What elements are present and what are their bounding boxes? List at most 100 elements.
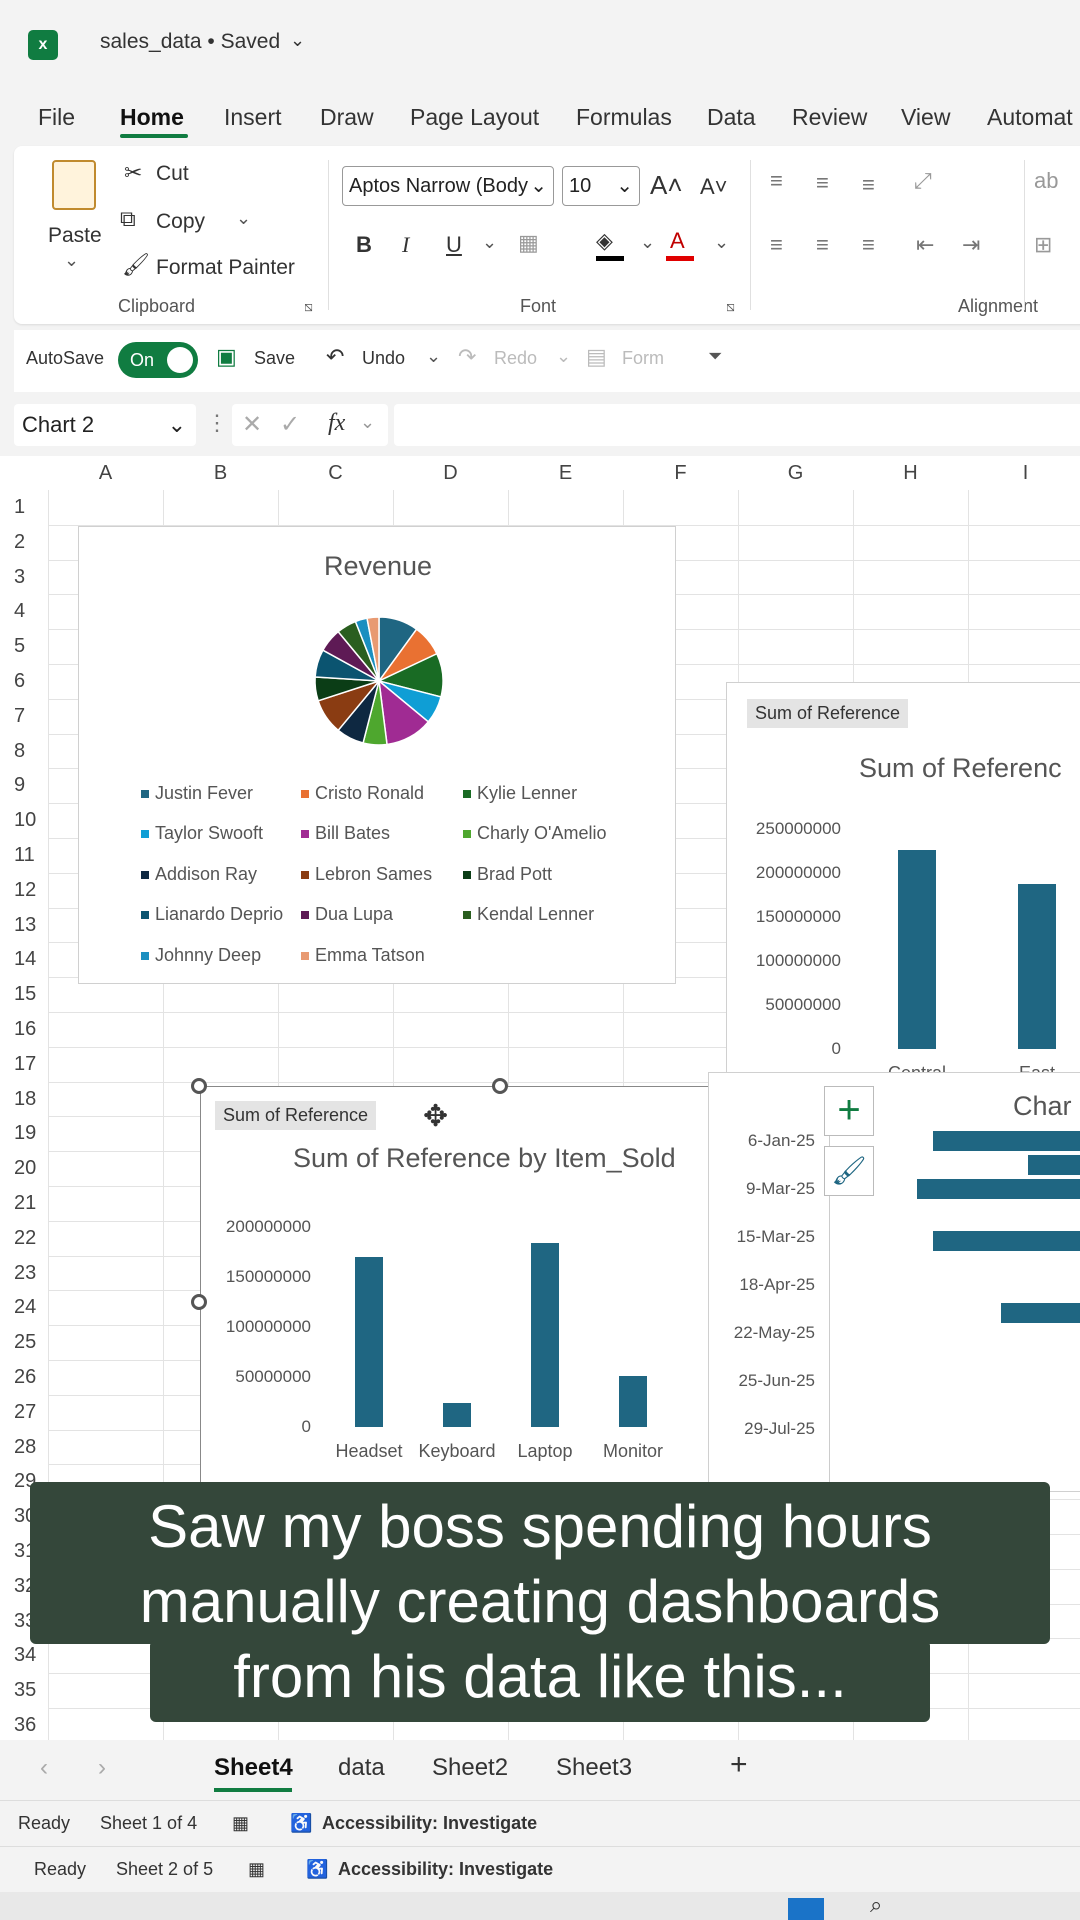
column-header[interactable]: C (278, 456, 393, 490)
chevron-down-icon[interactable]: ⌄ (482, 232, 497, 253)
name-box[interactable]: Chart 2 ⌄ (14, 404, 196, 446)
legend-item[interactable]: Lianardo Deprio (141, 904, 283, 925)
row-header[interactable]: 10 (0, 809, 48, 832)
column-header[interactable]: A (48, 456, 163, 490)
tab-page-layout[interactable]: Page Layout (410, 104, 539, 131)
bar[interactable] (932, 1131, 1080, 1151)
tab-data[interactable]: Data (707, 104, 756, 131)
more-options-icon[interactable]: ⋮ (206, 410, 228, 436)
bar[interactable] (1027, 1155, 1080, 1175)
row-header[interactable]: 16 (0, 1018, 48, 1041)
row-header[interactable]: 28 (0, 1436, 48, 1459)
window-title[interactable]: sales_data • Saved (100, 30, 280, 54)
customize-qat-icon[interactable]: ⏷ (708, 346, 722, 367)
paste-button[interactable]: Paste (48, 224, 102, 248)
dialog-launcher-icon[interactable]: ⧅ (304, 298, 313, 315)
tab-view[interactable]: View (901, 104, 950, 131)
macro-icon[interactable]: ▦ (248, 1859, 265, 1880)
merge-icon[interactable]: ⊞ (1034, 232, 1052, 258)
legend-item[interactable]: Charly O'Amelio (463, 823, 606, 844)
tab-home[interactable]: Home (120, 104, 184, 131)
row-header[interactable]: 3 (0, 566, 48, 589)
column-header[interactable]: F (623, 456, 738, 490)
scroll-right-icon[interactable]: › (98, 1754, 106, 1782)
bar[interactable] (1018, 883, 1056, 1049)
bar[interactable] (898, 850, 936, 1049)
column-header[interactable]: D (393, 456, 508, 490)
align-right-icon[interactable]: ≡ (862, 232, 875, 258)
dialog-launcher-icon[interactable]: ⧅ (726, 298, 735, 315)
tab-draw[interactable]: Draw (320, 104, 374, 131)
sheet-tab-sheet2[interactable]: Sheet2 (432, 1754, 508, 1782)
wrap-text-icon[interactable]: ab (1034, 168, 1058, 194)
font-size-select[interactable]: 10 ⌄ (562, 166, 640, 206)
column-header[interactable]: E (508, 456, 623, 490)
add-sheet-icon[interactable]: + (730, 1748, 748, 1782)
chevron-down-icon[interactable]: ⌄ (426, 346, 441, 367)
align-bottom-icon[interactable]: ≡ (862, 172, 875, 198)
row-header[interactable]: 8 (0, 740, 48, 763)
enter-icon[interactable]: ✓ (280, 410, 300, 439)
tab-formulas[interactable]: Formulas (576, 104, 672, 131)
column-header[interactable]: I (968, 456, 1080, 490)
tab-automate[interactable]: Automat (987, 104, 1073, 131)
macro-icon[interactable]: ▦ (232, 1813, 249, 1834)
chevron-down-icon[interactable]: ⌄ (360, 412, 375, 433)
legend-item[interactable]: Dua Lupa (301, 904, 393, 925)
row-header[interactable]: 6 (0, 670, 48, 693)
row-header[interactable]: 2 (0, 531, 48, 554)
row-header[interactable]: 14 (0, 948, 48, 971)
legend-item[interactable]: Justin Fever (141, 783, 253, 804)
cancel-icon[interactable]: ✕ (242, 410, 262, 439)
tab-review[interactable]: Review (792, 104, 867, 131)
legend-item[interactable]: Kendal Lenner (463, 904, 594, 925)
bar[interactable] (355, 1257, 383, 1427)
tab-file[interactable]: File (38, 104, 75, 131)
font-name-select[interactable]: Aptos Narrow (Body ⌄ (342, 166, 554, 206)
bar[interactable] (1001, 1303, 1080, 1323)
italic-icon[interactable]: I (402, 232, 409, 258)
field-button[interactable]: Sum of Reference (215, 1101, 377, 1130)
decrease-font-icon[interactable]: A˅ (700, 174, 728, 200)
legend-item[interactable]: Kylie Lenner (463, 783, 577, 804)
borders-icon[interactable]: ▦ (518, 230, 539, 256)
redo-button[interactable]: Redo (494, 348, 537, 369)
windows-start-icon[interactable] (788, 1898, 824, 1920)
sheet-tab-sheet4[interactable]: Sheet4 (214, 1754, 293, 1782)
field-button[interactable]: Sum of Reference (747, 699, 909, 728)
row-header[interactable]: 18 (0, 1088, 48, 1111)
font-color-icon[interactable]: A (670, 228, 685, 254)
align-top-icon[interactable]: ≡ (770, 168, 783, 194)
row-header[interactable]: 25 (0, 1331, 48, 1354)
chevron-down-icon[interactable]: ⌄ (236, 208, 251, 229)
underline-icon[interactable]: U (446, 232, 462, 258)
align-left-icon[interactable]: ≡ (770, 232, 783, 258)
increase-indent-icon[interactable]: ⇥ (962, 232, 980, 258)
bold-icon[interactable]: B (356, 232, 372, 258)
align-middle-icon[interactable]: ≡ (816, 170, 829, 196)
legend-item[interactable]: Emma Tatson (301, 945, 425, 966)
date-bar-chart[interactable]: Char 6-Jan-25 9-Mar-25 15-Mar-25 18-Apr-25 2… (708, 1072, 1080, 1493)
accessibility-status[interactable]: Accessibility: Investigate (338, 1859, 553, 1880)
row-header[interactable]: 21 (0, 1192, 48, 1215)
scroll-left-icon[interactable]: ‹ (40, 1754, 48, 1782)
resize-handle[interactable] (191, 1294, 207, 1310)
chevron-down-icon[interactable]: ⌄ (640, 232, 655, 253)
chart-elements-button[interactable]: + (824, 1086, 874, 1136)
legend-item[interactable]: Lebron Sames (301, 864, 432, 885)
row-header[interactable]: 17 (0, 1053, 48, 1076)
row-header[interactable]: 23 (0, 1262, 48, 1285)
legend-item[interactable]: Addison Ray (141, 864, 257, 885)
row-header[interactable]: 27 (0, 1401, 48, 1424)
insert-function-button[interactable]: fx (328, 410, 345, 437)
undo-button[interactable]: Undo (362, 348, 405, 369)
bar[interactable] (531, 1243, 559, 1427)
search-icon[interactable]: ⌕ (870, 1892, 882, 1918)
column-header[interactable]: G (738, 456, 853, 490)
legend-item[interactable]: Cristo Ronald (301, 783, 424, 804)
chart-styles-button[interactable]: 🖌 (824, 1146, 874, 1196)
align-center-icon[interactable]: ≡ (816, 232, 829, 258)
accessibility-status[interactable]: Accessibility: Investigate (322, 1813, 537, 1834)
orientation-icon[interactable]: ⤢ (914, 168, 932, 194)
chevron-down-icon[interactable]: ⌄ (556, 346, 571, 367)
